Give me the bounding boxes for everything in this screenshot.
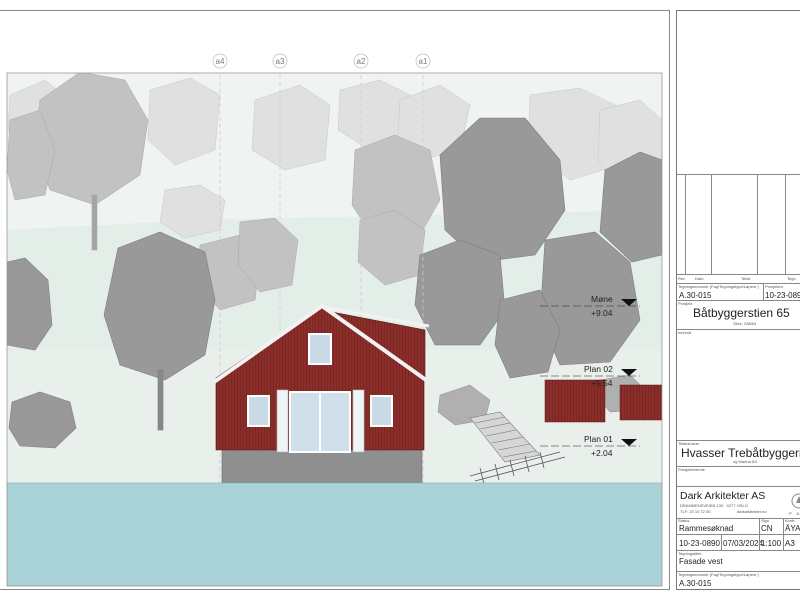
project-address: Båtbyggerstien 65 xyxy=(693,306,790,320)
drawing-sheet: a4 a3 a2 a1 Møne +9.04 Plan 02 +5.54 Pla… xyxy=(0,0,800,600)
logo-letters: P A xyxy=(789,511,800,516)
shutter-right xyxy=(352,389,365,453)
status-value: Rammesøknad xyxy=(679,524,734,533)
drawing-number: A.30-015 xyxy=(679,291,712,300)
logo-icon xyxy=(791,493,800,509)
grid-label-a3: a3 xyxy=(276,57,285,66)
window-upper xyxy=(308,333,332,365)
title-block: Rev Dato Tekst Tegn Tegningsnummer (Fag/… xyxy=(676,10,800,590)
signed-value: CN xyxy=(761,524,773,533)
rev-header-tekst: Tekst xyxy=(741,276,751,281)
level-name-mone: Møne xyxy=(591,294,613,304)
designer-contact: TLF: 23 10 72 00 xyxy=(680,509,711,514)
designer-name: Dark Arkitekter AS xyxy=(680,490,766,502)
checked-value: ÄYA xyxy=(785,524,800,533)
foundation xyxy=(221,449,423,484)
shutter-left xyxy=(276,389,289,453)
gnr-bnr: Gbnr. 238/84 xyxy=(733,321,757,326)
facade-drawing: a4 a3 a2 a1 Møne +9.04 Plan 02 +5.54 Pla… xyxy=(0,0,676,600)
rev-header-dato: Dato xyxy=(695,276,704,281)
drawing-title-label: Tegningstittel xyxy=(678,551,702,556)
drawing-number-label: Tegningsnummer (Fag/Tegningstype/Løpenr.… xyxy=(678,284,759,289)
status-label: Status xyxy=(678,518,690,523)
date-value: 07/03/2024 xyxy=(723,539,764,548)
bottom-number-label: Tegningsnummer (Fag/Tegningstype/Løpenr.… xyxy=(678,572,759,577)
grid-label-a4: a4 xyxy=(216,57,225,66)
designer-label: Prosjekterende xyxy=(678,467,705,472)
rev-header-tegn: Tegn xyxy=(787,276,796,281)
project-number-short: 10-23-0890 xyxy=(765,291,800,300)
drawing-title: Fasade vest xyxy=(679,557,723,566)
client-name: Hvasser Trebåtbyggeri xyxy=(681,446,800,460)
client-sub: og Marina AS xyxy=(733,459,758,464)
water xyxy=(7,482,662,586)
project-number-label: Prosjektnr. xyxy=(765,284,784,289)
grid-label-a2: a2 xyxy=(357,57,366,66)
level-value-plan02: +5.54 xyxy=(591,378,613,388)
grid-label-a1: a1 xyxy=(419,57,428,66)
project-no-value: 10-23-0890 xyxy=(679,539,720,548)
designer-address: DRAMMENSVEIEN 130 · 0277 OSLO xyxy=(680,503,748,508)
window-right xyxy=(370,395,393,427)
scale-value: 1:100 xyxy=(761,539,782,548)
bottom-drawing-number: A.30-015 xyxy=(679,579,712,588)
checked-label: Kontr. xyxy=(785,518,796,523)
rev-header-rev: Rev xyxy=(678,276,686,281)
sheet-size-value: A3 xyxy=(785,539,795,548)
designer-web: darkarkitekter.no xyxy=(737,509,767,514)
level-value-mone: +9.04 xyxy=(591,308,613,318)
level-value-plan01: +2.04 xyxy=(591,448,613,458)
project-address-label: Prosjekt xyxy=(678,301,693,306)
level-name-plan01: Plan 01 xyxy=(584,434,613,444)
window-left xyxy=(247,395,270,427)
level-name-plan02: Plan 02 xyxy=(584,364,613,374)
contents-label: Innhold xyxy=(678,330,692,335)
signed-label: Sign. xyxy=(761,518,771,523)
